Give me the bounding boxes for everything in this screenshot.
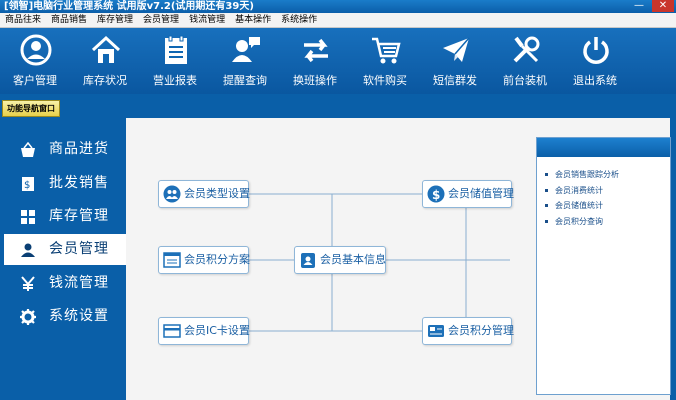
card-icon [163, 324, 181, 338]
report-icon [165, 35, 187, 64]
toolbar-shift-button[interactable]: 换班操作 [280, 28, 350, 94]
sidebar-item-label: 批发销售 [49, 175, 109, 191]
toolbar-label: 短信群发 [433, 74, 477, 87]
flow-node-label: 会员类型设置 [184, 187, 250, 200]
toolbar-customer-button[interactable]: 客户管理 [0, 28, 70, 94]
panel-link[interactable]: 会员销售跟踪分析 [545, 167, 670, 183]
basket-icon [21, 142, 35, 157]
title-bar: [领智]电脑行业管理系统 试用版v7.2(试用期还有39天) — ✕ [0, 0, 676, 13]
toolbar-purchase-button[interactable]: 软件购买 [350, 28, 420, 94]
sidebar: 商品进货 $ 批发销售 库存管理 会员管理 钱流管理 系统设置 [0, 118, 126, 400]
panel-link[interactable]: 会员储值统计 [545, 198, 670, 214]
menu-item-basic[interactable]: 基本操作 [230, 13, 276, 27]
sidebar-item-label: 库存管理 [49, 208, 109, 224]
flow-node-member-type[interactable]: 会员类型设置 [158, 180, 250, 208]
grid-icon [21, 210, 35, 224]
swap-arrows-icon [304, 38, 328, 63]
toolbar-label: 提醒查询 [223, 74, 267, 87]
toolbar-report-button[interactable]: 营业报表 [140, 28, 210, 94]
sidebar-item-label: 钱流管理 [49, 275, 109, 291]
sidebar-item-label: 系统设置 [49, 308, 109, 324]
flow-node-label: 会员积分管理 [448, 324, 514, 337]
flow-node-label: 会员储值管理 [448, 187, 514, 200]
flow-node-label: 会员基本信息 [320, 253, 386, 266]
toolbar-label: 退出系统 [573, 74, 617, 87]
window-title: [领智]电脑行业管理系统 试用版v7.2(试用期还有39天) [4, 1, 254, 12]
menu-bar: 商品往来 商品销售 库存管理 会员管理 钱流管理 基本操作 系统操作 [0, 13, 676, 28]
menu-item-system[interactable]: 系统操作 [276, 13, 322, 27]
cart-icon [372, 37, 401, 64]
person-icon [21, 243, 35, 257]
toolbar-label: 软件购买 [363, 74, 407, 87]
toolbar-exit-button[interactable]: 退出系统 [560, 28, 630, 94]
toolbar-stock-button[interactable]: 库存状况 [70, 28, 140, 94]
svg-text:$: $ [432, 188, 440, 202]
sidebar-item-settings[interactable]: 系统设置 [4, 301, 126, 332]
panel-link[interactable]: 会员消费统计 [545, 183, 670, 199]
window-controls: — ✕ [628, 0, 674, 13]
menu-item-trade[interactable]: 商品往来 [0, 13, 46, 27]
close-button[interactable]: ✕ [652, 0, 674, 12]
toolbar-label: 客户管理 [13, 74, 57, 87]
users-icon [163, 185, 181, 203]
list-icon [163, 252, 181, 268]
user-circle-icon [20, 34, 52, 66]
panel-header [537, 138, 670, 157]
sidebar-item-label: 会员管理 [49, 241, 109, 257]
sidebar-item-inventory[interactable]: 库存管理 [4, 201, 126, 232]
flow-node-deposit[interactable]: $ 会员储值管理 [422, 180, 514, 208]
nav-window-tab[interactable]: 功能导航窗口 [2, 100, 60, 117]
flow-node-points-manage[interactable]: 会员积分管理 [422, 317, 514, 345]
panel-link-list: 会员销售跟踪分析 会员消费统计 会员储值统计 会员积分查询 [537, 157, 670, 229]
document-icon: $ [22, 177, 34, 191]
menu-item-inventory[interactable]: 库存管理 [92, 13, 138, 27]
flow-node-basic-info[interactable]: 会员基本信息 [294, 246, 386, 274]
flow-node-points-plan[interactable]: 会员积分方案 [158, 246, 250, 274]
sidebar-item-cashflow[interactable]: 钱流管理 [4, 268, 126, 299]
power-icon [583, 37, 609, 64]
minimize-button[interactable]: — [628, 0, 650, 12]
svg-text:$: $ [24, 180, 30, 191]
house-icon [91, 35, 121, 63]
menu-item-cashflow[interactable]: 钱流管理 [184, 13, 230, 27]
toolbar-label: 前台装机 [503, 74, 547, 87]
toolbar-label: 换班操作 [293, 74, 337, 87]
user-chat-icon [232, 37, 260, 62]
toolbar: 客户管理 库存状况 营业报表 提醒查询 换班操作 软件购买 短信群发 前台装机 … [0, 28, 676, 94]
panel-link[interactable]: 会员积分查询 [545, 214, 670, 230]
tools-icon [513, 36, 540, 63]
flow-node-label: 会员IC卡设置 [184, 324, 250, 337]
flow-node-label: 会员积分方案 [184, 253, 250, 266]
toolbar-label: 库存状况 [83, 74, 127, 87]
sidebar-item-wholesale[interactable]: $ 批发销售 [4, 168, 126, 199]
gear-icon [20, 309, 36, 325]
toolbar-label: 营业报表 [153, 74, 197, 87]
clipboard-user-icon [301, 253, 315, 268]
points-card-icon [428, 325, 444, 337]
quick-links-panel: 会员销售跟踪分析 会员消费统计 会员储值统计 会员积分查询 [536, 137, 671, 395]
toolbar-install-button[interactable]: 前台装机 [490, 28, 560, 94]
yen-icon [21, 276, 35, 291]
sidebar-item-members[interactable]: 会员管理 [4, 234, 126, 265]
toolbar-reminder-button[interactable]: 提醒查询 [210, 28, 280, 94]
envelope-icon [443, 37, 470, 62]
nav-tab-bar: 功能导航窗口 [0, 94, 676, 118]
toolbar-sms-button[interactable]: 短信群发 [420, 28, 490, 94]
menu-item-sales[interactable]: 商品销售 [46, 13, 92, 27]
dollar-coin-icon: $ [427, 185, 445, 203]
menu-item-members[interactable]: 会员管理 [138, 13, 184, 27]
flow-node-ic-card[interactable]: 会员IC卡设置 [158, 317, 250, 345]
sidebar-item-label: 商品进货 [49, 141, 109, 157]
sidebar-item-purchase[interactable]: 商品进货 [4, 134, 126, 165]
